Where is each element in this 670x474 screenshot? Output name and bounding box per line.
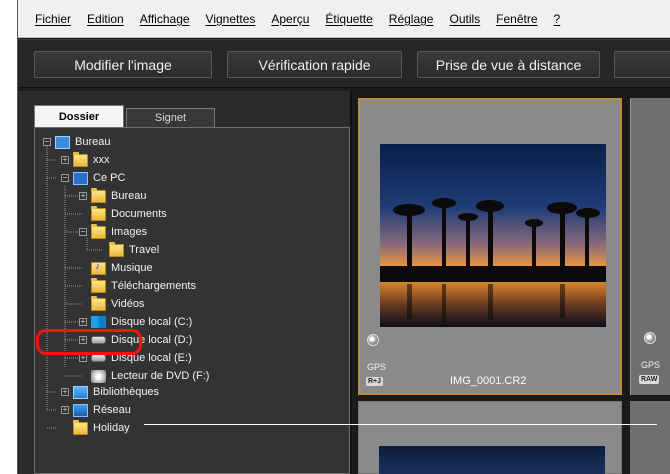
tree-item-holiday[interactable]: Holiday	[73, 419, 130, 437]
download-folder-icon	[91, 277, 106, 293]
expand-disk-c[interactable]: +	[79, 318, 87, 326]
thumbnail-next[interactable]: GPS RAW	[630, 98, 670, 395]
tree-item-travel[interactable]: Travel	[109, 241, 159, 259]
menu-reglage[interactable]: Réglage	[389, 12, 434, 26]
tree-item-label: Images	[111, 226, 148, 238]
hard-drive-icon	[91, 354, 106, 362]
tree-item-label: Vidéos	[111, 298, 145, 310]
collapse-bureau-root[interactable]: −	[43, 138, 51, 146]
thumbnail-filename: IMG_0001.CR2	[450, 375, 527, 387]
tree-item-label: Disque local (C:)	[111, 316, 193, 328]
menu-apercu[interactable]: Aperçu	[271, 12, 309, 26]
expand-disk-e[interactable]: +	[79, 354, 87, 362]
video-folder-icon	[91, 295, 106, 311]
tree-item-label: Documents	[111, 208, 167, 220]
menu-help[interactable]: ?	[554, 12, 561, 26]
thumbnail-row2[interactable]	[358, 401, 622, 474]
expand-reseau[interactable]: +	[61, 406, 69, 414]
folder-icon	[91, 223, 106, 239]
menu-vignettes[interactable]: Vignettes	[206, 12, 256, 26]
menu-bar: Fichier Edition Affichage Vignettes Aper…	[18, 0, 670, 38]
collapse-ce-pc[interactable]: −	[61, 174, 69, 182]
library-icon	[73, 385, 88, 399]
thumbnail-image	[380, 144, 606, 327]
music-folder-icon	[91, 261, 106, 275]
tree-item-reseau[interactable]: Réseau	[73, 401, 131, 419]
gps-icon	[367, 334, 379, 346]
folder-icon	[73, 419, 88, 435]
menu-edition[interactable]: Edition	[87, 12, 124, 26]
menu-outils[interactable]: Outils	[449, 12, 480, 26]
menu-affichage[interactable]: Affichage	[140, 12, 190, 26]
folder-icon	[109, 241, 124, 257]
expand-bureau[interactable]: +	[79, 192, 87, 200]
tree-item-videos[interactable]: Vidéos	[91, 295, 144, 313]
toolbar-overflow-button[interactable]	[614, 51, 670, 78]
edit-image-button[interactable]: Modifier l'image	[34, 51, 212, 78]
thumbnail-row2-next[interactable]	[630, 401, 670, 474]
computer-icon	[73, 171, 88, 185]
menu-etiquette[interactable]: Étiquette	[325, 12, 372, 26]
tree-item-xxx[interactable]: xxx	[73, 151, 110, 169]
tab-folder[interactable]: Dossier	[34, 105, 124, 127]
gps-label: GPS	[641, 360, 661, 370]
expand-xxx[interactable]: +	[61, 156, 69, 164]
thumbnail-area: GPS R+J IMG_0001.CR2 GPS RAW	[354, 91, 670, 474]
desktop-icon	[55, 135, 70, 149]
tree-item-label: Musique	[111, 262, 153, 274]
tree-item-label: xxx	[93, 154, 110, 166]
user-folder-icon	[73, 151, 88, 167]
folder-panel: Dossier Signet − Bureau + xxx − Ce PC + …	[18, 91, 352, 474]
tree-item-label: Bureau	[111, 190, 147, 202]
windows-drive-icon	[91, 316, 106, 328]
tree-item-musique[interactable]: Musique	[91, 259, 153, 277]
tree-item-documents[interactable]: Documents	[91, 205, 167, 223]
raw-badge: RAW	[639, 375, 660, 384]
folder-icon	[91, 205, 106, 221]
quick-check-button[interactable]: Vérification rapide	[227, 51, 402, 78]
toolbar: Modifier l'image Vérification rapide Pri…	[18, 39, 670, 88]
tree-item-label: Réseau	[93, 404, 131, 416]
callout-line	[144, 424, 657, 425]
tree-item-label: Holiday	[93, 422, 130, 434]
tree-item-ce-pc[interactable]: Ce PC	[73, 169, 125, 187]
dvd-drive-icon	[91, 369, 106, 383]
remote-shooting-button[interactable]: Prise de vue à distance	[417, 51, 600, 78]
menu-fichier[interactable]: Fichier	[35, 12, 71, 26]
tree-item-images[interactable]: Images	[91, 223, 147, 241]
expand-bibliotheques[interactable]: +	[61, 388, 69, 396]
gps-icon	[644, 332, 656, 344]
holiday-highlight-circle	[36, 329, 142, 355]
folder-icon	[91, 187, 106, 203]
collapse-images[interactable]: −	[79, 228, 87, 236]
tree-item-bureau[interactable]: Bureau	[91, 187, 146, 205]
tree-item-label: Téléchargements	[111, 280, 196, 292]
tree-item-label: Ce PC	[93, 172, 126, 184]
gps-label: GPS	[367, 362, 387, 372]
thumbnail-selected[interactable]: GPS R+J IMG_0001.CR2	[358, 98, 622, 395]
raw-jpeg-badge: R+J	[366, 377, 384, 386]
menu-fenetre[interactable]: Fenêtre	[496, 12, 537, 26]
tree-item-label: Bibliothèques	[93, 386, 160, 398]
network-icon	[73, 403, 88, 417]
app-window: Fichier Edition Affichage Vignettes Aper…	[17, 0, 670, 474]
tree-item-bureau-root[interactable]: Bureau	[55, 133, 110, 151]
tree-item-label: Bureau	[75, 136, 111, 148]
thumbnail-image	[379, 446, 605, 474]
folder-tree: − Bureau + xxx − Ce PC + Bureau Document…	[34, 127, 350, 474]
panel-tabs: Dossier Signet	[34, 105, 215, 127]
tree-item-telechargements[interactable]: Téléchargements	[91, 277, 196, 295]
tree-item-label: Lecteur de DVD (F:)	[111, 370, 210, 382]
tree-item-bibliotheques[interactable]: Bibliothèques	[73, 383, 159, 401]
tab-bookmark[interactable]: Signet	[126, 108, 215, 127]
tree-item-label: Travel	[129, 244, 160, 256]
